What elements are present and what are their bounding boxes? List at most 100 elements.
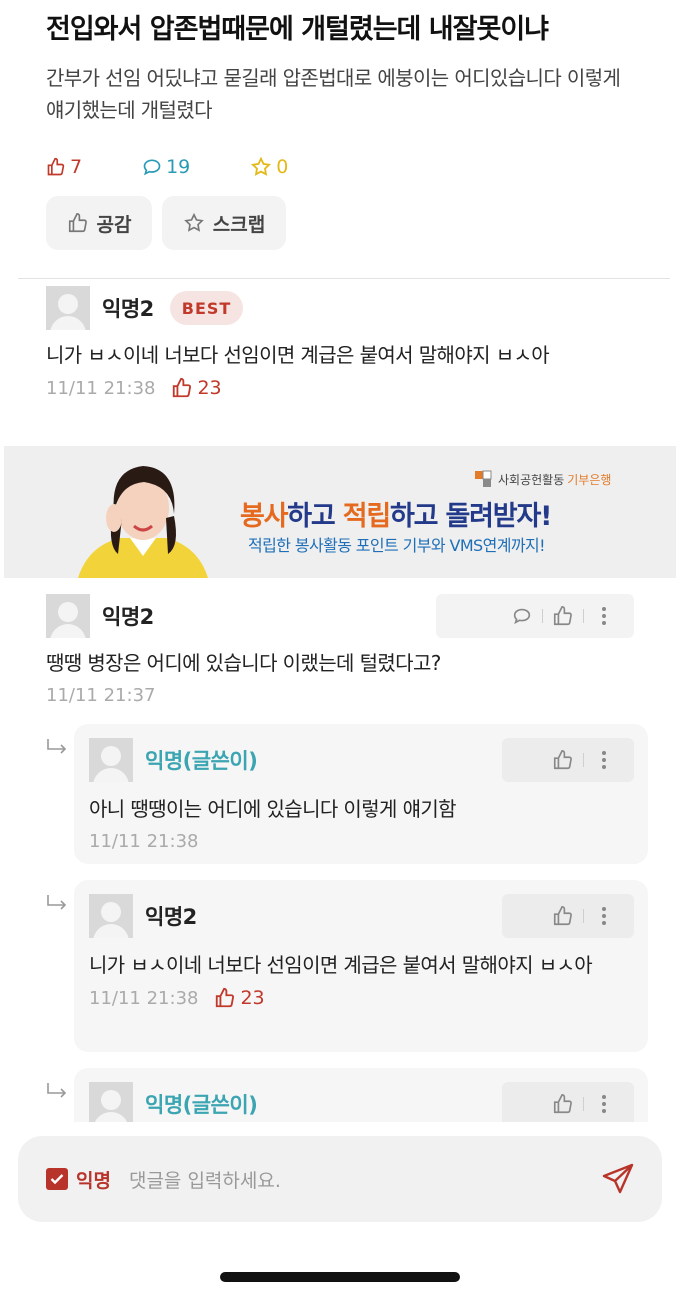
ad-headline-part: 하고 돌려받자! bbox=[390, 501, 552, 532]
more-options-button[interactable] bbox=[584, 738, 624, 782]
like-button[interactable]: 공감 bbox=[46, 196, 152, 250]
avatar bbox=[89, 738, 133, 782]
speech-bubble-icon bbox=[143, 159, 161, 176]
comment-input[interactable]: 댓글을 입력하세요. bbox=[129, 1166, 588, 1193]
comment-like-value: 23 bbox=[240, 987, 265, 1009]
thumbs-up-icon bbox=[68, 213, 87, 233]
comment-toolbox bbox=[502, 738, 634, 782]
like-count: 7 bbox=[46, 156, 82, 178]
comment-like-value: 23 bbox=[197, 377, 222, 399]
thumbs-up-icon bbox=[553, 1094, 572, 1114]
comment-author: 익명2 bbox=[102, 605, 154, 629]
comment-text: 아니 땡땡이는 어디에 있습니다 이렇게 얘기함 bbox=[89, 797, 457, 821]
comment-time: 11/11 21:38 bbox=[89, 987, 199, 1009]
avatar bbox=[89, 1082, 133, 1122]
ad-person-image bbox=[78, 466, 208, 578]
reply-box: 익명(글쓴이) bbox=[74, 1068, 648, 1122]
comment-like-button[interactable] bbox=[543, 1082, 583, 1122]
star-icon bbox=[251, 156, 272, 176]
reply-button[interactable] bbox=[502, 594, 542, 638]
reply-arrow-icon bbox=[47, 739, 67, 754]
best-comment: 익명2 BEST 니가 ㅂㅅ이네 너보다 선임이면 계급은 붙여서 말해야지 ㅂ… bbox=[0, 286, 688, 399]
comment-meta: 11/11 21:37 bbox=[46, 685, 642, 706]
comment-meta: 11/11 21:38 23 bbox=[89, 987, 634, 1009]
ad-banner[interactable]: 사회공헌활동 기부은행 봉사하고 적립하고 돌려받자! 적립한 봉사활동 포인트… bbox=[4, 446, 676, 578]
reply-arrow-icon bbox=[47, 1083, 67, 1098]
comment-like-button[interactable] bbox=[543, 738, 583, 782]
post-actions: 공감 스크랩 bbox=[46, 196, 642, 250]
send-icon bbox=[602, 1163, 634, 1194]
ad-headline-part: 봉사 bbox=[240, 501, 288, 532]
more-options-button[interactable] bbox=[584, 594, 624, 638]
comment-count-value: 19 bbox=[166, 156, 191, 178]
ad-subline: 적립한 봉사활동 포인트 기부와 VMS연계까지! bbox=[248, 536, 546, 555]
comment-text: 니가 ㅂㅅ이네 너보다 선임이면 계급은 붙여서 말해야지 ㅂㅅ아 bbox=[46, 343, 550, 367]
thumbs-up-icon bbox=[553, 906, 572, 926]
like-count-value: 7 bbox=[70, 156, 83, 178]
comment-text: 니가 ㅂㅅ이네 너보다 선임이면 계급은 붙여서 말해야지 ㅂㅅ아 bbox=[89, 953, 593, 977]
anonymous-label[interactable]: 익명 bbox=[76, 1166, 111, 1193]
thumbs-up-icon bbox=[553, 606, 572, 626]
post-stats: 7 19 0 bbox=[46, 152, 642, 182]
post-title: 전입와서 압존법때문에 개털렸는데 내잘못이냐 bbox=[46, 14, 549, 45]
thumbs-up-icon bbox=[47, 157, 65, 176]
comment-author: 익명(글쓴이) bbox=[145, 1093, 258, 1117]
reply-box: 익명(글쓴이) 아니 땡땡이는 어디에 있습니다 이렇게 얘기함 11/11 2… bbox=[74, 724, 648, 864]
comment-toolbox bbox=[502, 1082, 634, 1122]
ad-org-accent: 기부은행 bbox=[567, 472, 612, 487]
comment-count: 19 bbox=[96, 156, 236, 178]
avatar bbox=[46, 594, 90, 638]
comment-like-count: 23 bbox=[214, 987, 265, 1009]
comment-meta: 11/11 21:38 23 bbox=[46, 377, 642, 399]
reply-box: 익명2 니가 ㅂㅅ이네 너보다 선임이면 계급은 붙여서 말해야지 ㅂㅅ아 11… bbox=[74, 880, 648, 1052]
comment-time: 11/11 21:38 bbox=[46, 377, 156, 399]
best-badge: BEST bbox=[169, 291, 244, 325]
scrap-count-value: 0 bbox=[276, 156, 289, 178]
avatar bbox=[46, 286, 90, 330]
checkmark-icon bbox=[50, 1174, 64, 1185]
ad-headline-part: 적립 bbox=[342, 501, 391, 532]
scrap-button-label: 스크랩 bbox=[212, 213, 266, 236]
more-options-button[interactable] bbox=[584, 894, 624, 938]
thumbs-up-icon bbox=[216, 987, 235, 1008]
comment-author: 익명2 bbox=[102, 297, 154, 321]
comment-toolbox bbox=[436, 594, 634, 638]
scrap-count: 0 bbox=[250, 156, 288, 178]
post: 전입와서 압존법때문에 개털렸는데 내잘못이냐 간부가 선임 어딨냐고 묻길래 … bbox=[0, 0, 688, 250]
comment-text: 땡땡 병장은 어디에 있습니다 이랬는데 털렸다고? bbox=[46, 651, 441, 675]
comment-like-button[interactable] bbox=[543, 594, 583, 638]
more-vertical-icon bbox=[602, 607, 606, 625]
ad-org: 사회공헌활동 기부은행 bbox=[474, 470, 611, 488]
comment-header: 익명2 BEST bbox=[46, 286, 642, 330]
ad-headline-part: 하고 bbox=[287, 501, 343, 532]
home-indicator[interactable] bbox=[220, 1272, 460, 1282]
comment-like-count: 23 bbox=[171, 377, 222, 399]
comment-time: 11/11 21:37 bbox=[46, 685, 156, 706]
more-vertical-icon bbox=[602, 751, 606, 769]
anonymous-checkbox[interactable] bbox=[46, 1168, 68, 1190]
reply-arrow-icon bbox=[47, 895, 67, 910]
ad-org-name: 사회공헌활동 bbox=[498, 472, 565, 487]
speech-bubble-icon bbox=[513, 608, 531, 625]
comment-time: 11/11 21:38 bbox=[89, 831, 199, 852]
more-vertical-icon bbox=[602, 907, 606, 925]
comment-author: 익명(글쓴이) bbox=[145, 749, 258, 773]
star-icon bbox=[183, 212, 204, 232]
comment-input-bar: 익명 댓글을 입력하세요. bbox=[18, 1136, 662, 1222]
send-button[interactable] bbox=[588, 1149, 648, 1209]
donation-logo-icon bbox=[475, 470, 492, 487]
comment: 익명2 땡땡 병장은 어디에 있습니다 이랬는데 털렸다고? 11/11 21:… bbox=[0, 594, 688, 706]
comment-author: 익명2 bbox=[145, 905, 197, 929]
comment-toolbox bbox=[502, 894, 634, 938]
comment-meta: 11/11 21:38 bbox=[89, 831, 634, 852]
content-area: 전입와서 압존법때문에 개털렸는데 내잘못이냐 간부가 선임 어딨냐고 묻길래 … bbox=[0, 0, 688, 1122]
divider bbox=[18, 278, 670, 279]
scrap-button[interactable]: 스크랩 bbox=[162, 196, 286, 250]
more-options-button[interactable] bbox=[584, 1082, 624, 1122]
thumbs-up-icon bbox=[553, 750, 572, 770]
comment-like-button[interactable] bbox=[543, 894, 583, 938]
thumbs-up-icon bbox=[173, 377, 192, 398]
like-button-label: 공감 bbox=[96, 213, 132, 236]
ad-headline: 봉사하고 적립하고 돌려받자! bbox=[240, 494, 552, 533]
avatar bbox=[89, 894, 133, 938]
